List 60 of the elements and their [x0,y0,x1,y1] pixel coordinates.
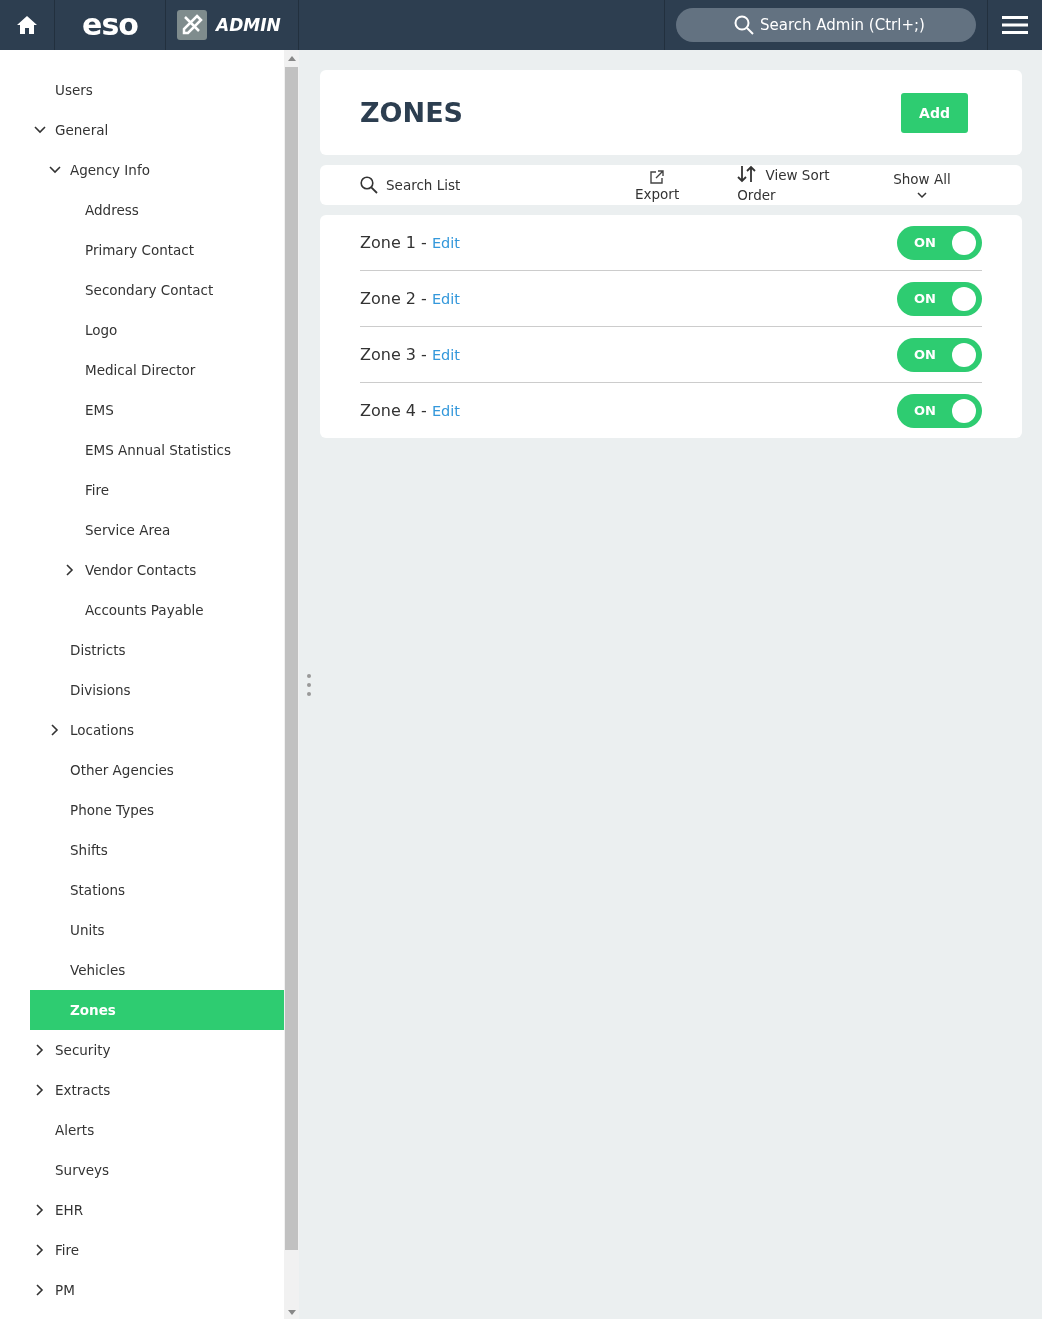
search-icon [734,15,754,35]
sort-icon [737,165,758,183]
sidebar-item[interactable]: PM [55,1270,284,1310]
section-title: ADMIN [216,15,281,35]
sidebar-item[interactable]: EMS Annual Statistics [85,430,284,470]
sidebar-item[interactable]: Vendor Contacts [85,550,284,590]
search-field[interactable]: Search Admin (Ctrl+;) [676,8,976,42]
sidebar-item[interactable]: Locations [70,710,284,750]
home-icon [17,16,37,34]
search-icon [360,176,378,194]
sidebar-item[interactable]: EMS [85,390,284,430]
chevron-right-icon[interactable] [36,1284,44,1296]
sidebar-item[interactable]: Extracts [55,1070,284,1110]
chevron-down-icon [915,191,928,199]
sidebar-item[interactable]: Stations [70,870,284,910]
sidebar-item[interactable]: Agency Info [70,150,284,190]
sidebar-item[interactable]: Shifts [70,830,284,870]
show-all-dropdown[interactable]: Show All [893,171,951,199]
sidebar-item[interactable]: Fire [55,1230,284,1270]
sidebar-item[interactable]: Divisions [70,670,284,710]
menu-icon [1002,15,1028,35]
sidebar-item[interactable]: Address [85,190,284,230]
chevron-right-icon[interactable] [66,564,74,576]
export-button[interactable]: Export [635,168,680,202]
sidebar-item[interactable]: Medical Director [85,350,284,390]
zone-name: Zone 4 - Edit [360,401,461,420]
zone-name: Zone 3 - Edit [360,345,461,364]
scrollbar[interactable] [284,50,299,1319]
sidebar-item[interactable]: Units [70,910,284,950]
sidebar-item[interactable]: Surveys [55,1150,284,1190]
sidebar-item[interactable]: Service Area [85,510,284,550]
sidebar-item[interactable]: General [55,110,284,150]
resize-handle-icon[interactable] [307,673,311,696]
sidebar-item[interactable]: Logo [85,310,284,350]
chevron-right-icon[interactable] [36,1044,44,1056]
sidebar-item[interactable]: Fire [85,470,284,510]
sidebar-item[interactable]: Secondary Contact [85,270,284,310]
sidebar-item[interactable]: Users [55,70,284,110]
sidebar-item[interactable]: Districts [70,630,284,670]
chevron-right-icon[interactable] [36,1084,44,1096]
brand-logo: eso [82,10,138,40]
tools-icon [177,10,207,40]
sidebar-item[interactable]: Vehicles [70,950,284,990]
sidebar-item[interactable]: Alerts [55,1110,284,1150]
sidebar-item[interactable]: Security [55,1030,284,1070]
sidebar-item[interactable]: Other Agencies [70,750,284,790]
sidebar-item[interactable]: Phone Types [70,790,284,830]
sidebar-item[interactable]: Accounts Payable [85,590,284,630]
chevron-down-icon[interactable] [34,126,46,134]
zone-name: Zone 1 - Edit [360,233,461,252]
zone-name: Zone 2 - Edit [360,289,461,308]
sort-order-button[interactable]: View Sort Order [737,165,848,205]
chevron-right-icon[interactable] [36,1244,44,1256]
chevron-down-icon[interactable] [49,166,61,174]
chevron-right-icon[interactable] [51,724,59,736]
sidebar-item[interactable]: Primary Contact [85,230,284,270]
export-icon [649,168,666,185]
chevron-right-icon[interactable] [36,1204,44,1216]
page-title: ZONES [360,97,464,128]
sidebar-item[interactable]: EHR [55,1190,284,1230]
